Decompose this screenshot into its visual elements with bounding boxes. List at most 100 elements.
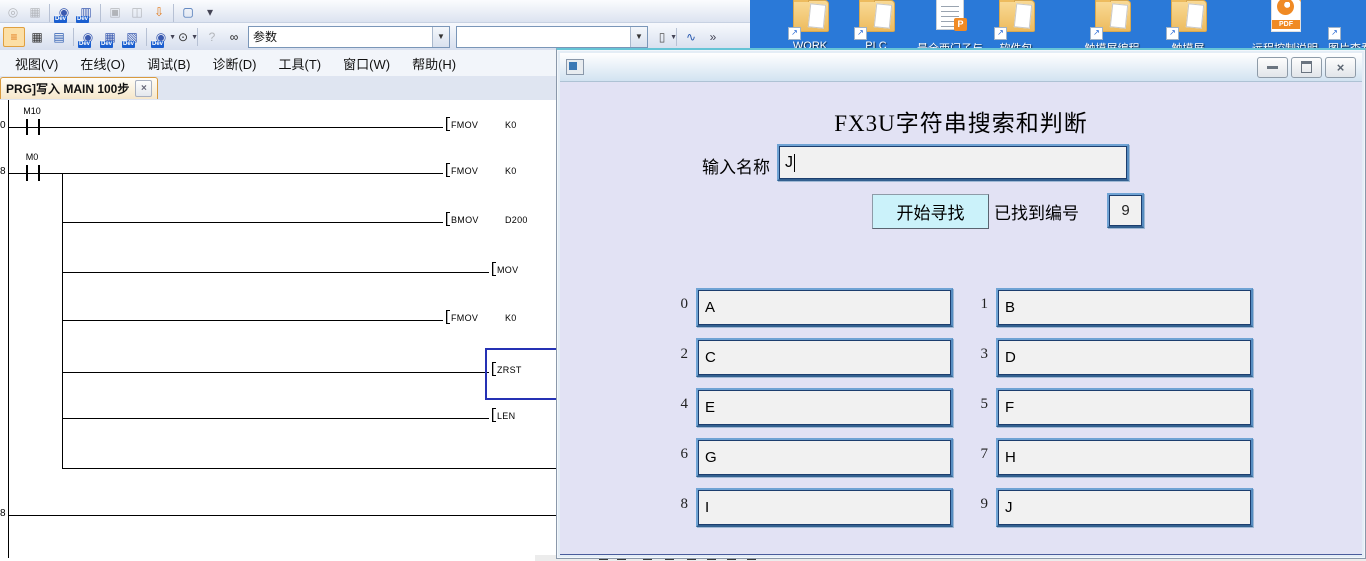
dev-badge: Dev <box>100 41 113 48</box>
instruction-op[interactable]: FMOV <box>451 313 478 323</box>
folder-paper <box>808 3 826 29</box>
rung-number: 8 <box>0 508 6 519</box>
menu-item-5[interactable]: 窗口(W) <box>332 50 401 77</box>
help-icon[interactable]: ? <box>202 28 222 46</box>
toolbar1-overflow-icon[interactable]: ▾ <box>200 3 220 21</box>
toolbar-separator <box>100 4 101 22</box>
dev-batch-icon[interactable]: ▦Dev <box>100 28 120 46</box>
dropdown-arrow-icon: ▼ <box>191 34 198 41</box>
desktop-icon-doc[interactable]: P最全西门子与 <box>918 0 982 54</box>
shortcut-arrow-icon: ↗ <box>854 27 867 40</box>
window-swap-icon[interactable]: ◫ <box>127 3 147 21</box>
dev-register-icon[interactable]: ▥Dev <box>76 3 96 21</box>
folder-paper <box>1110 3 1128 29</box>
slot-textbox[interactable]: F <box>996 388 1253 427</box>
slot-index-label: 2 <box>660 346 688 363</box>
close-button[interactable]: × <box>1325 57 1356 78</box>
tab-close-icon[interactable]: × <box>135 80 152 97</box>
slot-textbox[interactable]: E <box>696 388 953 427</box>
menu-item-6[interactable]: 帮助(H) <box>401 50 467 77</box>
parameter-combobox[interactable]: 参数▼ <box>248 26 450 48</box>
slot-index-label: 5 <box>960 396 988 413</box>
menu-item-3[interactable]: 诊断(D) <box>201 50 267 77</box>
device-test-icon[interactable]: ⊙▼ <box>173 28 193 46</box>
pdf-text: PDF <box>1272 20 1300 29</box>
name-input-value: J <box>785 154 793 172</box>
desktop-icon-pictures[interactable]: ↗图片查看 <box>1318 0 1366 54</box>
slot-textbox[interactable]: A <box>696 288 953 327</box>
ladder-wire <box>8 100 9 558</box>
screen: { "desktop": { "bg_color": "#2A79D8", "i… <box>0 0 1366 561</box>
folder-paper <box>874 3 892 29</box>
slot-textbox[interactable]: G <box>696 438 953 477</box>
start-search-button[interactable]: 开始寻找 <box>872 194 989 229</box>
ladder-wire <box>62 320 443 321</box>
rung-number: 8 <box>0 166 6 177</box>
slot-index-label: 8 <box>660 496 688 513</box>
slot-textbox[interactable]: H <box>996 438 1253 477</box>
dialog-client-area: FX3U字符串搜索和判断 输入名称 J 开始寻找 已找到编号 9 0A1B2C3… <box>560 82 1362 555</box>
slot-textbox[interactable]: J <box>996 488 1253 527</box>
instruction-op[interactable]: MOV <box>497 265 518 275</box>
slot-index-label: 6 <box>660 446 688 463</box>
found-number-label: 已找到编号 <box>994 199 1079 224</box>
desktop-icon-plc[interactable]: ↗PLC <box>844 0 908 54</box>
toolbar2-overflow-icon[interactable]: » <box>703 28 723 46</box>
parameter-chip-icon[interactable]: ▦ <box>27 28 47 46</box>
tab-main-program[interactable]: PRG]写入 MAIN 100步 × <box>0 77 158 99</box>
window-paste-icon[interactable]: ⇩ <box>149 3 169 21</box>
dev-connect-icon[interactable]: ▧Dev <box>122 28 142 46</box>
desktop-icon-remote-pdf[interactable]: PDF远程控制说明 <box>1253 0 1317 54</box>
logic-analyzer-icon[interactable]: ∿ <box>681 28 701 46</box>
dev-find-icon[interactable]: ◉Dev <box>78 28 98 46</box>
maximize-button[interactable] <box>1291 57 1322 78</box>
instruction-op[interactable]: BMOV <box>451 215 479 225</box>
ladder-wire <box>62 372 489 373</box>
menu-item-4[interactable]: 工具(T) <box>268 50 333 77</box>
desktop-icon-hmi[interactable]: ↗触摸屏 <box>1156 0 1220 54</box>
window-copy-icon[interactable]: ▣ <box>105 3 125 21</box>
dev-badge: Dev <box>151 41 164 48</box>
menu-item-2[interactable]: 调试(B) <box>136 50 201 77</box>
find-binoculars-icon[interactable]: ∞ <box>224 28 244 46</box>
shortcut-arrow-icon: ↗ <box>1166 27 1179 40</box>
combo-arrow-icon[interactable]: ▼ <box>630 27 647 47</box>
monitor-window-icon[interactable]: ▢ <box>178 3 198 21</box>
menu-item-0[interactable]: 视图(V) <box>4 50 69 77</box>
desktop-icon-hmi-prog[interactable]: ↗触摸屏编程 <box>1080 0 1144 54</box>
shortcut-arrow-icon: ↗ <box>1328 27 1341 40</box>
slot-index-label: 7 <box>960 446 988 463</box>
slot-textbox[interactable]: C <box>696 338 953 377</box>
combo-arrow-icon[interactable]: ▼ <box>432 27 449 47</box>
device-block-icon[interactable]: ▦ <box>25 3 45 21</box>
device-zoom-icon[interactable]: ◎ <box>3 3 23 21</box>
slot-textbox[interactable]: B <box>996 288 1253 327</box>
search-doc-icon[interactable]: ▯▼ <box>652 28 672 46</box>
dialog-title-bar[interactable]: × <box>560 53 1362 82</box>
toolbar-separator <box>146 28 147 46</box>
secondary-combobox[interactable]: ▼ <box>456 26 648 48</box>
comment-list-icon[interactable]: ▤ <box>49 28 69 46</box>
contact-icon <box>26 165 28 181</box>
name-input[interactable]: J <box>777 144 1129 181</box>
instruction-op[interactable]: FMOV <box>451 120 478 130</box>
navigator-icon[interactable]: ≡ <box>3 27 25 47</box>
dropdown-arrow-icon: ▼ <box>670 34 677 41</box>
menu-item-1[interactable]: 在线(O) <box>69 50 136 77</box>
desktop-icon-work[interactable]: ↗WORK <box>778 0 842 54</box>
shortcut-arrow-icon: ↗ <box>994 27 1007 40</box>
minimize-icon <box>1267 66 1278 69</box>
desktop-icon-software[interactable]: ↗软件包 <box>984 0 1048 54</box>
shortcut-arrow-icon: ↗ <box>1090 27 1103 40</box>
parameter-combobox-value: 参数 <box>249 28 432 45</box>
instruction-op[interactable]: LEN <box>497 411 515 421</box>
found-number-box[interactable]: 9 <box>1107 193 1144 228</box>
slot-textbox[interactable]: D <box>996 338 1253 377</box>
minimize-button[interactable] <box>1257 57 1288 78</box>
ladder-wire <box>62 272 489 273</box>
slot-textbox[interactable]: I <box>696 488 953 527</box>
dev-monitor-icon[interactable]: ◉Dev▼ <box>151 28 171 46</box>
instruction-op[interactable]: FMOV <box>451 166 478 176</box>
contact-icon <box>26 119 28 135</box>
dev-search-icon[interactable]: ◉Dev <box>54 3 74 21</box>
